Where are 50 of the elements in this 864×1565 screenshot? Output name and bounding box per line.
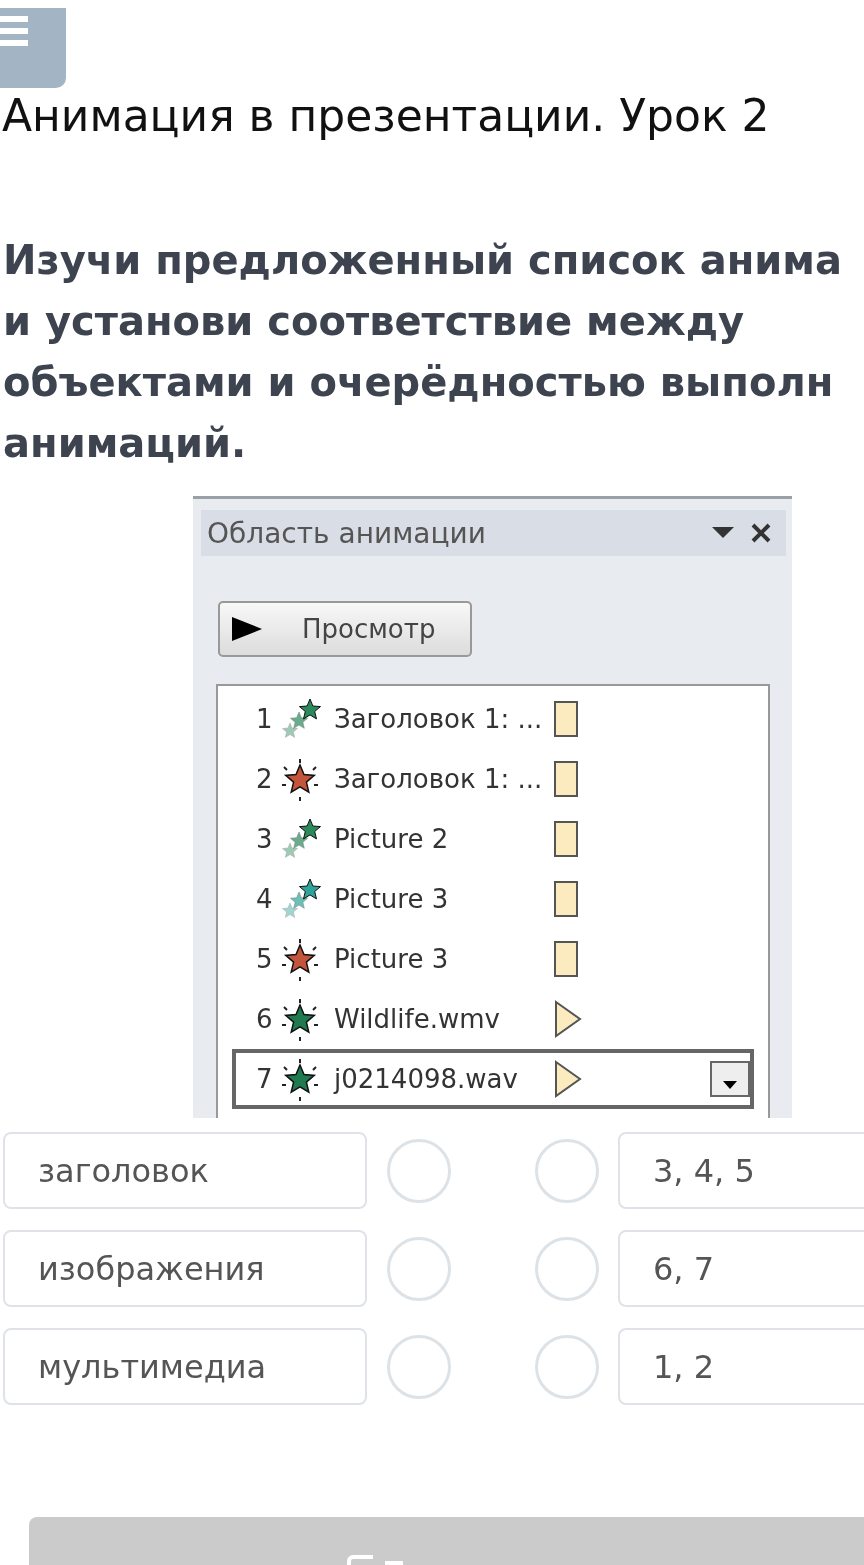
animation-item[interactable]: 7 j0214098.wav [232,1049,754,1109]
timing-bar [554,761,578,797]
item-name: Wildlife.wmv [334,1004,501,1034]
item-number: 3 [256,824,274,854]
connector-circle[interactable] [535,1236,599,1301]
item-number: 5 [256,944,274,974]
animation-item[interactable]: 3 Picture 2 [232,809,754,869]
item-number: 7 [256,1064,274,1094]
connector-circle[interactable] [387,1236,451,1301]
instruction-text: Изучи предложенный список анима и установи соответствие между объектами и очерёдностью выполн анимаций. [2,236,843,468]
item-number: 1 [256,704,274,734]
connector-circle[interactable] [387,1138,451,1203]
pane-title: Область анимации [207,516,487,550]
menu-button[interactable] [0,8,66,88]
connector-circle[interactable] [387,1334,451,1399]
item-number: 4 [256,884,274,914]
close-icon[interactable] [750,522,772,544]
item-name: Picture 3 [334,944,450,974]
animation-item[interactable]: 5 Picture 3 [232,929,754,989]
item-name: Picture 3 [334,884,450,914]
dropdown-icon[interactable] [712,527,734,539]
connector-circle[interactable] [535,1334,599,1399]
item-name: Заголовок 1: ... [334,704,544,734]
play-icon [232,617,262,641]
animation-item[interactable]: 4 Picture 3 [232,869,754,929]
answer-card[interactable]: мультимедиа [3,1328,367,1405]
caret-icon [723,1081,737,1089]
answer-card[interactable]: 1, 2 [618,1328,864,1405]
timing-bar [554,821,578,857]
item-name: j0214098.wav [334,1064,519,1094]
timing-bar [554,881,578,917]
timing-bar [554,701,578,737]
play-marker-icon [554,1000,582,1038]
item-number: 6 [256,1004,274,1034]
play-marker-icon [554,1060,582,1098]
answer-card[interactable]: 6, 7 [618,1230,864,1307]
preview-button[interactable]: Просмотр [218,601,472,657]
item-name: Заголовок 1: ... [334,764,544,794]
animation-item[interactable]: 1 Заголовок 1: ... [232,689,754,749]
item-number: 2 [256,764,274,794]
animation-item[interactable]: 6 Wildlife.wmv [232,989,754,1049]
item-menu-button[interactable] [710,1061,750,1097]
timing-bar [554,941,578,977]
animation-item[interactable]: 2 Заголовок 1: ... [232,749,754,809]
connector-circle[interactable] [535,1138,599,1203]
answer-card[interactable]: заголовок [3,1132,367,1209]
page-title: Анимация в презентации. Урок 2 [1,89,771,143]
answer-card[interactable]: изображения [3,1230,367,1307]
answer-card[interactable]: 3, 4, 5 [618,1132,864,1209]
item-name: Picture 2 [334,824,450,854]
